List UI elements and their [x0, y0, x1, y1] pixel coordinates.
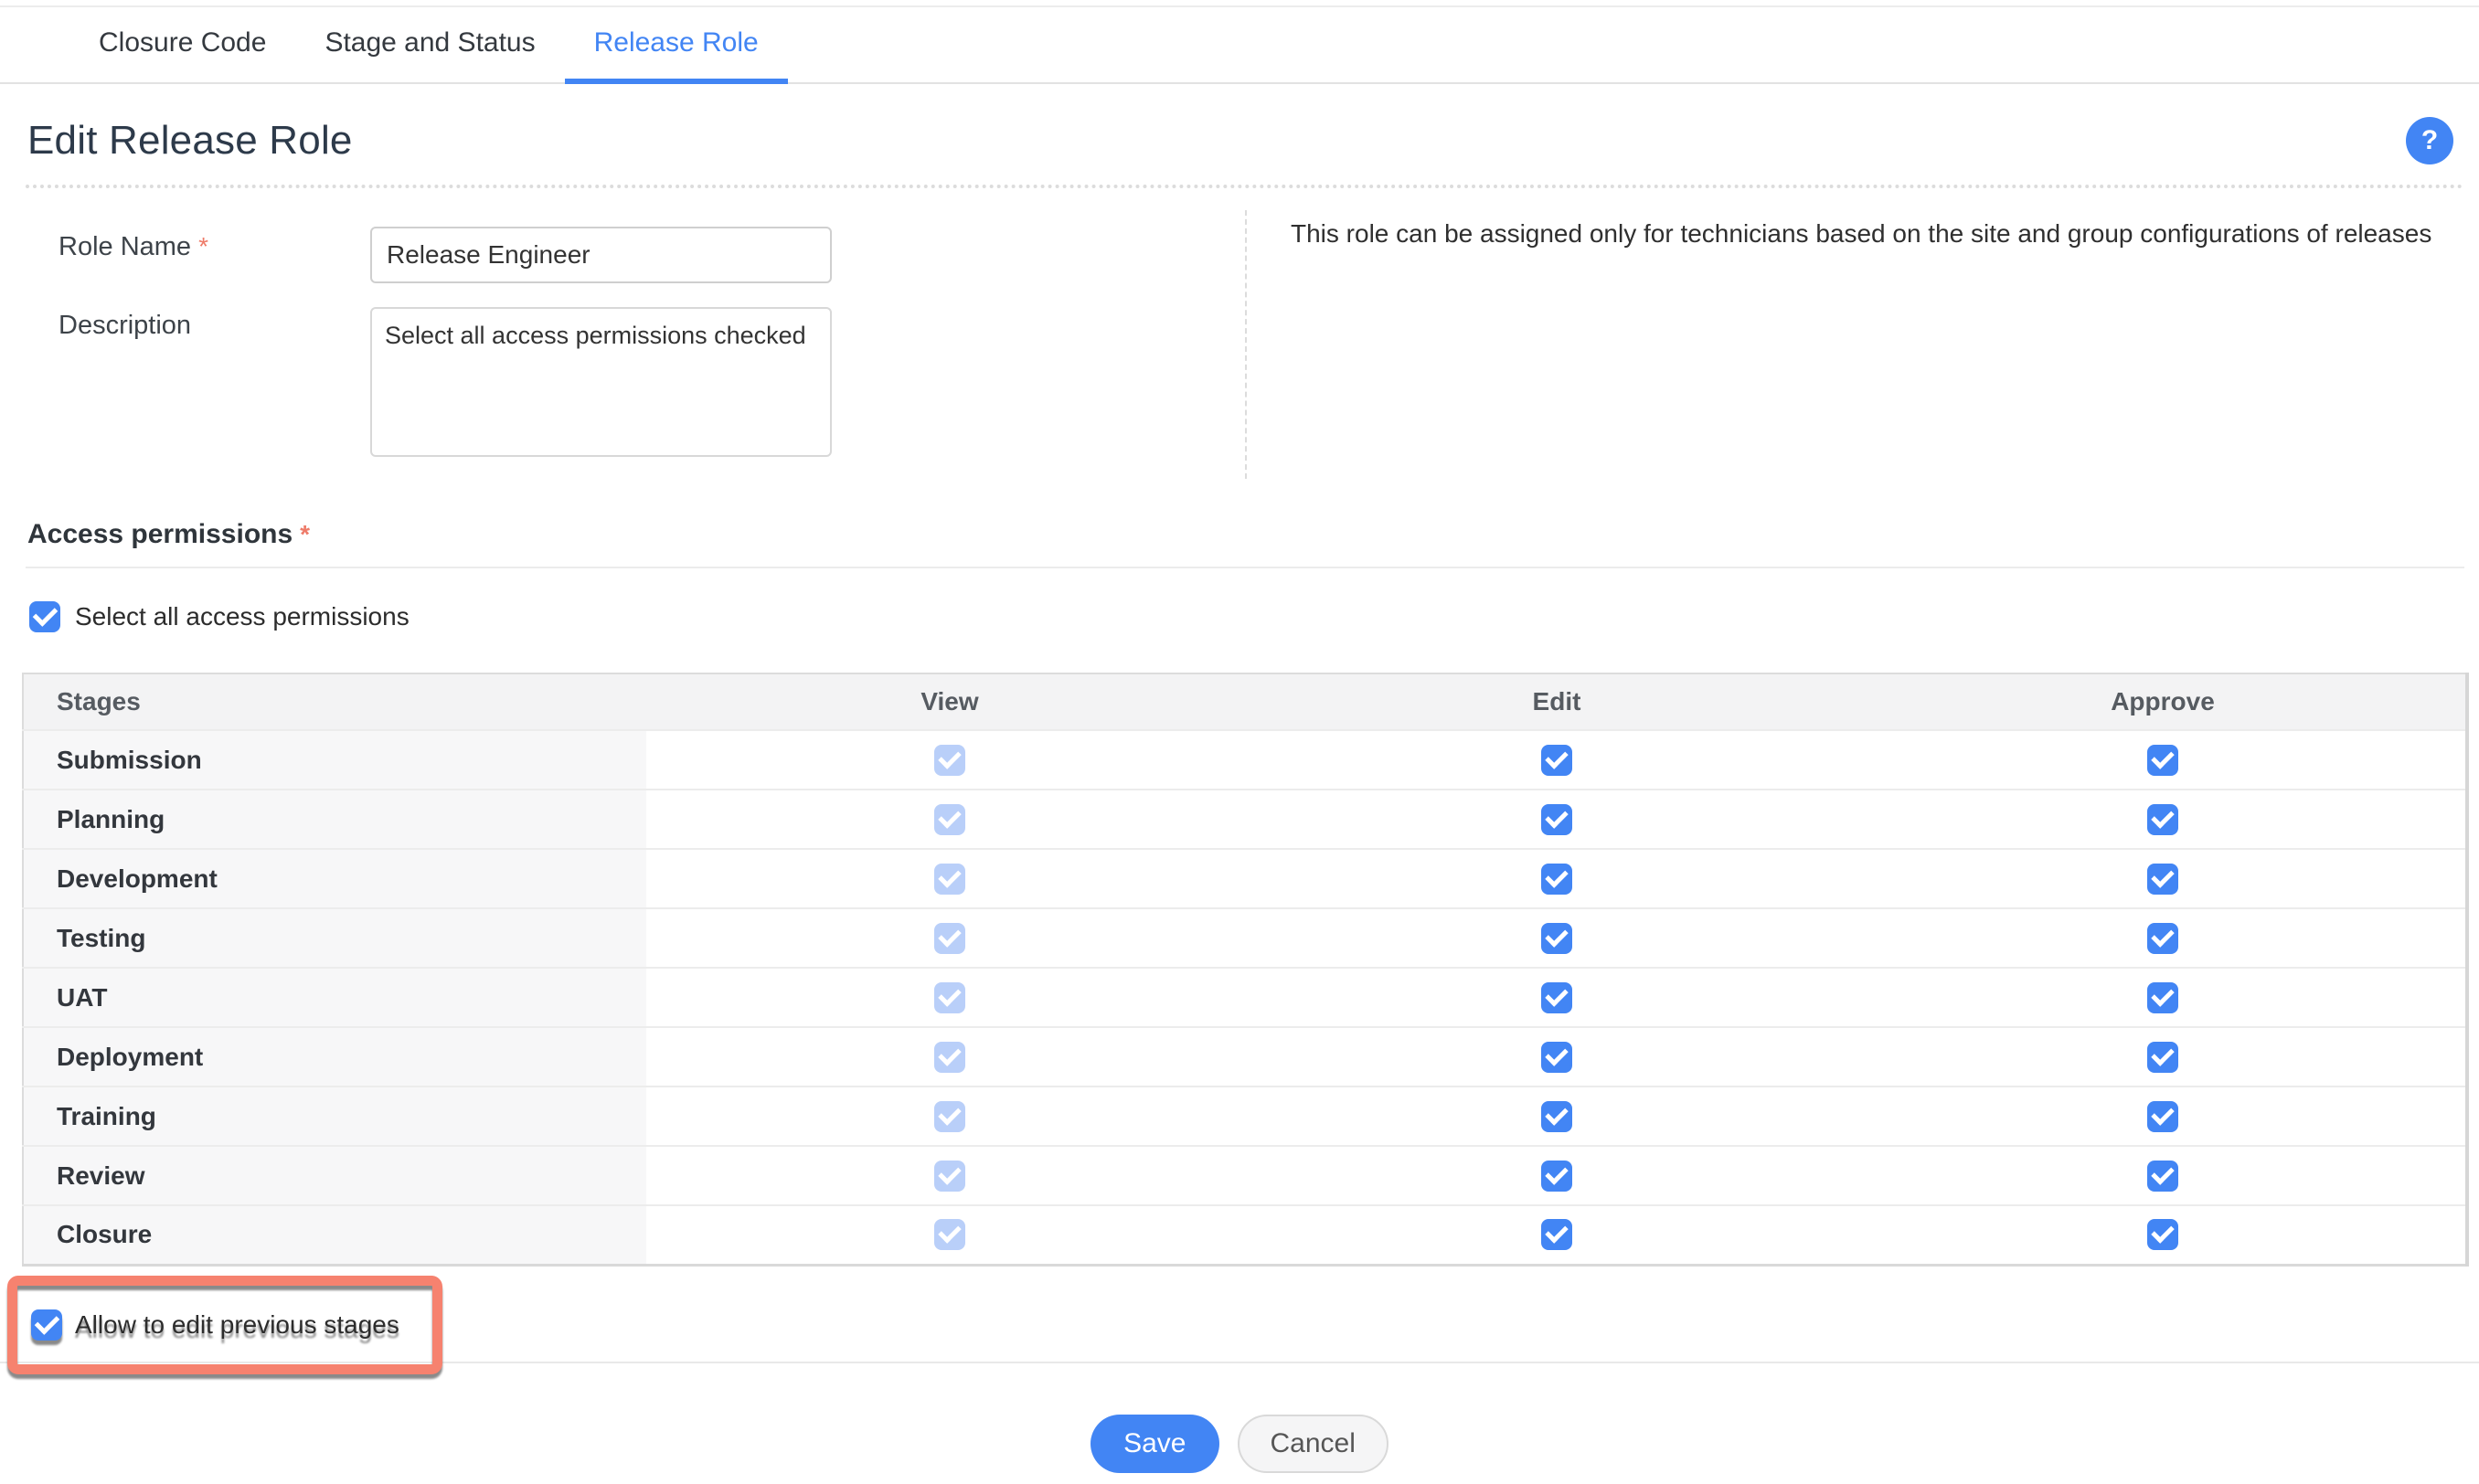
- allow-edit-previous-label: Allow to edit previous stages: [75, 1310, 399, 1340]
- approve-checkbox[interactable]: [2147, 864, 2178, 895]
- stages-table-body: SubmissionPlanningDevelopmentTestingUATD…: [23, 730, 2467, 1265]
- edit-checkbox[interactable]: [1541, 982, 1572, 1013]
- table-row: Training: [23, 1086, 2467, 1146]
- view-checkbox: [934, 1219, 965, 1250]
- page-header: Edit Release Role ?: [0, 84, 2479, 164]
- view-checkbox: [934, 1101, 965, 1132]
- approve-checkbox[interactable]: [2147, 745, 2178, 776]
- stage-name: Closure: [23, 1205, 646, 1265]
- role-info-note: This role can be assigned only for techn…: [1291, 216, 2470, 252]
- column-header-view: View: [646, 673, 1253, 730]
- access-permissions-heading: Access permissions*: [27, 519, 2479, 550]
- edit-checkbox[interactable]: [1541, 923, 1572, 954]
- form-vertical-divider: [1245, 210, 1247, 479]
- view-checkbox: [934, 982, 965, 1013]
- table-row: UAT: [23, 968, 2467, 1027]
- role-name-label-text: Role Name: [59, 232, 191, 261]
- view-checkbox: [934, 804, 965, 835]
- page-title: Edit Release Role: [27, 118, 353, 164]
- role-form: Role Name* Description Select all access…: [0, 188, 2479, 492]
- description-textarea[interactable]: Select all access permissions checked: [370, 307, 832, 457]
- bottom-section: Allow to edit previous stages: [0, 1272, 2479, 1393]
- allow-edit-previous-checkbox[interactable]: [31, 1309, 62, 1341]
- view-checkbox: [934, 1161, 965, 1192]
- table-row: Deployment: [23, 1027, 2467, 1086]
- required-asterisk: *: [300, 520, 310, 549]
- table-row: Development: [23, 849, 2467, 908]
- edit-checkbox[interactable]: [1541, 804, 1572, 835]
- column-header-stages: Stages: [23, 673, 646, 730]
- stage-name: Deployment: [23, 1027, 646, 1086]
- stage-name: UAT: [23, 968, 646, 1027]
- required-asterisk: *: [198, 232, 208, 260]
- save-button[interactable]: Save: [1091, 1415, 1218, 1473]
- table-row: Submission: [23, 730, 2467, 790]
- tab-closure-code[interactable]: Closure Code: [69, 7, 295, 84]
- approve-checkbox[interactable]: [2147, 1042, 2178, 1073]
- stage-name: Training: [23, 1086, 646, 1146]
- column-header-approve: Approve: [1860, 673, 2467, 730]
- select-all-label: Select all access permissions: [75, 602, 410, 631]
- permissions-table: Stages View Edit Approve SubmissionPlann…: [22, 673, 2469, 1267]
- approve-checkbox[interactable]: [2147, 1101, 2178, 1132]
- stage-name: Review: [23, 1146, 646, 1205]
- approve-checkbox[interactable]: [2147, 1161, 2178, 1192]
- stage-name: Submission: [23, 730, 646, 790]
- select-all-row: Select all access permissions: [29, 599, 2479, 634]
- help-icon[interactable]: ?: [2406, 117, 2453, 164]
- edit-checkbox[interactable]: [1541, 1219, 1572, 1250]
- table-header-row: Stages View Edit Approve: [23, 673, 2467, 730]
- cancel-button[interactable]: Cancel: [1238, 1415, 1388, 1473]
- settings-tab-bar: Closure Code Stage and Status Release Ro…: [0, 7, 2479, 84]
- edit-checkbox[interactable]: [1541, 864, 1572, 895]
- edit-checkbox[interactable]: [1541, 1161, 1572, 1192]
- approve-checkbox[interactable]: [2147, 923, 2178, 954]
- annotation-highlight-box: Allow to edit previous stages: [7, 1276, 442, 1374]
- approve-checkbox[interactable]: [2147, 1219, 2178, 1250]
- tab-release-role[interactable]: Release Role: [565, 7, 788, 84]
- stage-name: Planning: [23, 790, 646, 849]
- action-buttons: Save Cancel: [0, 1415, 2479, 1473]
- edit-checkbox[interactable]: [1541, 1101, 1572, 1132]
- access-permissions-heading-text: Access permissions: [27, 519, 293, 550]
- section-divider: [26, 567, 2464, 568]
- tab-stage-and-status[interactable]: Stage and Status: [295, 7, 564, 84]
- view-checkbox: [934, 1042, 965, 1073]
- stage-name: Testing: [23, 908, 646, 968]
- edit-checkbox[interactable]: [1541, 745, 1572, 776]
- column-header-edit: Edit: [1253, 673, 1860, 730]
- view-checkbox: [934, 923, 965, 954]
- table-row: Testing: [23, 908, 2467, 968]
- approve-checkbox[interactable]: [2147, 982, 2178, 1013]
- role-name-input[interactable]: [370, 227, 832, 283]
- table-row: Review: [23, 1146, 2467, 1205]
- role-name-label: Role Name*: [59, 232, 208, 262]
- select-all-checkbox[interactable]: [29, 601, 60, 632]
- question-mark-glyph: ?: [2421, 125, 2438, 156]
- view-checkbox: [934, 745, 965, 776]
- edit-checkbox[interactable]: [1541, 1042, 1572, 1073]
- stage-name: Development: [23, 849, 646, 908]
- permissions-table-wrap: Stages View Edit Approve SubmissionPlann…: [22, 673, 2466, 1267]
- approve-checkbox[interactable]: [2147, 804, 2178, 835]
- description-label: Description: [59, 311, 191, 341]
- table-row: Closure: [23, 1205, 2467, 1265]
- table-row: Planning: [23, 790, 2467, 849]
- view-checkbox: [934, 864, 965, 895]
